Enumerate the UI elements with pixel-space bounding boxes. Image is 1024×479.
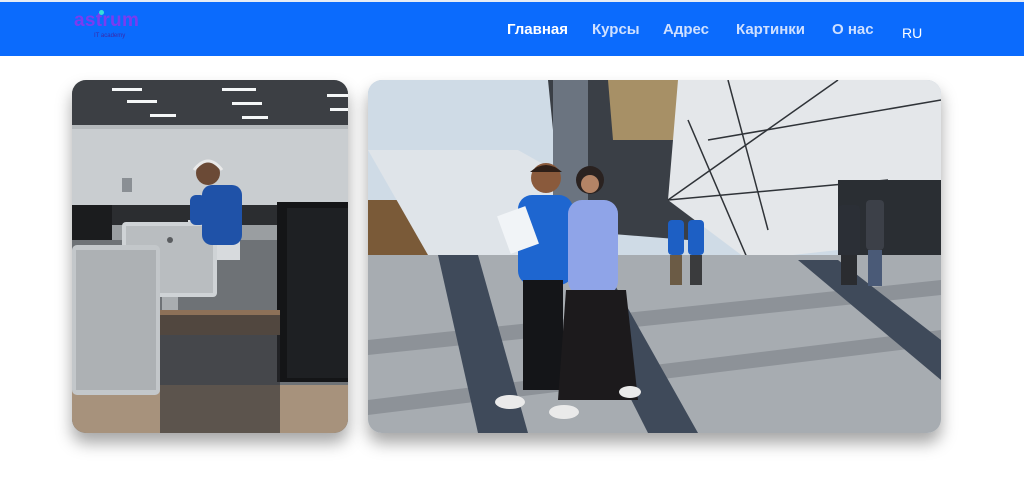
language-switcher[interactable]: RU xyxy=(902,25,922,41)
computer-lab-photo xyxy=(72,80,348,433)
campus-students-photo xyxy=(368,80,941,433)
nav-link-address[interactable]: Адрес xyxy=(663,21,709,38)
computer-lab-illustration xyxy=(72,80,348,433)
nav-link-courses[interactable]: Курсы xyxy=(592,21,640,38)
logo-dot-icon xyxy=(99,10,104,15)
astrum-logo[interactable]: astrum IT academy xyxy=(74,8,164,48)
campus-students-illustration xyxy=(368,80,941,433)
nav-link-home[interactable]: Главная xyxy=(507,21,568,38)
logo-wordmark: astrum xyxy=(74,10,140,31)
nav-link-pictures[interactable]: Картинки xyxy=(736,21,805,38)
logo-tagline: IT academy xyxy=(94,33,126,39)
top-navbar: astrum IT academy Главная Курсы Адрес Ка… xyxy=(0,0,1024,56)
nav-link-about[interactable]: О нас xyxy=(832,21,874,38)
